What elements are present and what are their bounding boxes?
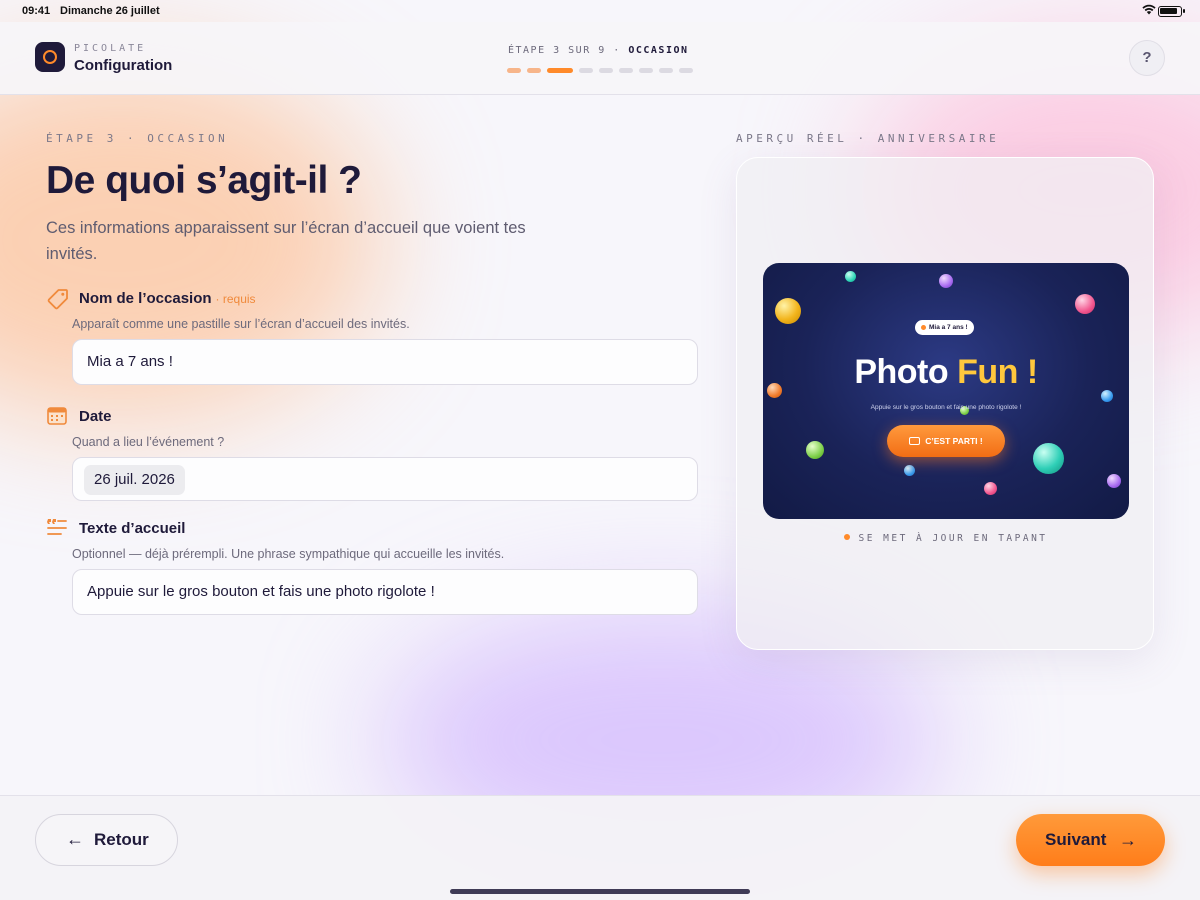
welcome-help: Optionnel — déjà prérempli. Une phrase s…: [72, 547, 505, 561]
progress-dot: [579, 68, 593, 73]
preview-start-label: C’EST PARTI !: [925, 436, 983, 446]
bubble: [904, 465, 915, 476]
bubble: [775, 298, 801, 324]
step-eyebrow: ÉTAPE 3 · OCCASION: [46, 132, 229, 145]
preview-occasion-pill: Mia a 7 ans !: [915, 320, 974, 335]
bubble: [1075, 294, 1095, 314]
bubble: [806, 441, 824, 459]
bubble: [1107, 474, 1121, 488]
preview-card: Mia a 7 ans ! Photo Fun ! Appuie sur le …: [736, 157, 1154, 650]
progress-dot: [679, 68, 693, 73]
bubble: [1033, 443, 1064, 474]
date-field: Date Quand a lieu l’événement ? 26 juil.…: [46, 405, 698, 505]
next-label: Suivant: [1045, 830, 1107, 849]
date-label: Date: [79, 408, 112, 425]
arrow-right-icon: →: [1119, 830, 1137, 850]
status-bar: 09:41 Dimanche 26 juillet: [0, 0, 1200, 22]
bubble: [939, 274, 953, 288]
occasion-field: Nom de l’occasion · requis Apparaît comme…: [46, 287, 698, 387]
wifi-icon: [1142, 4, 1156, 18]
battery-icon: [1158, 6, 1185, 17]
next-button[interactable]: Suivant →: [1016, 814, 1165, 866]
brand-name: PICOLATE: [74, 43, 147, 54]
date-value-chip[interactable]: 26 juil. 2026: [84, 465, 185, 495]
main-content: ÉTAPE 3 · OCCASION De quoi s’agit-il ? C…: [0, 95, 1200, 795]
progress-dot: [527, 68, 541, 73]
step-counter: ÉTAPE 3 SUR 9 ·: [508, 45, 621, 56]
page-title: De quoi s’agit-il ?: [46, 159, 362, 202]
page-subtitle: Ces informations apparaissent sur l’écra…: [46, 219, 526, 263]
live-dot-icon: [844, 534, 851, 540]
occasion-label-text: Nom de l’occasion: [79, 290, 212, 307]
top-bar: PICOLATE Configuration ÉTAPE 3 SUR 9 · O…: [0, 22, 1200, 95]
progress-dot: [507, 68, 521, 73]
bottom-bar: ← Retour Suivant →: [0, 795, 1200, 900]
date-input-box[interactable]: 26 juil. 2026: [72, 457, 698, 501]
step-indicator: ÉTAPE 3 SUR 9 · OCCASION: [508, 45, 689, 56]
bubble: [984, 482, 997, 495]
arrow-left-icon: ←: [66, 829, 84, 849]
preview-eyebrow: APERÇU RÉEL · ANNIVERSAIRE: [736, 132, 1000, 145]
progress-dot-current: [547, 68, 573, 73]
preview-screen: Mia a 7 ans ! Photo Fun ! Appuie sur le …: [763, 263, 1129, 519]
occasion-input[interactable]: [87, 340, 677, 383]
welcome-input-box[interactable]: [72, 569, 698, 615]
step-name: OCCASION: [628, 45, 689, 56]
occasion-help: Apparaît comme une pastille sur l’écran …: [72, 317, 410, 331]
occasion-label: Nom de l’occasion · requis: [79, 290, 256, 307]
preview-title-accent: Fun !: [957, 353, 1038, 391]
occasion-input-box[interactable]: [72, 339, 698, 385]
date-help: Quand a lieu l’événement ?: [72, 435, 225, 449]
live-update-text: SE MET À JOUR EN TAPANT: [858, 533, 1048, 544]
help-button[interactable]: ?: [1129, 40, 1165, 76]
status-date: Dimanche 26 juillet: [60, 5, 160, 17]
home-indicator[interactable]: [450, 889, 750, 894]
quote-icon: [46, 517, 68, 539]
bubble: [845, 271, 856, 282]
progress-dots: [507, 68, 693, 73]
calendar-icon: [46, 405, 68, 427]
welcome-label: Texte d’accueil: [79, 520, 186, 537]
welcome-field: Texte d’accueil Optionnel — déjà préremp…: [46, 517, 698, 617]
app-title: Configuration: [74, 57, 173, 74]
status-time: 09:41: [22, 5, 51, 17]
welcome-input[interactable]: [87, 570, 677, 613]
preview-subtitle: Appuie sur le gros bouton et fais une ph…: [870, 404, 1022, 411]
preview-start-button: C’EST PARTI !: [887, 425, 1005, 457]
back-label: Retour: [94, 830, 149, 849]
camera-icon: [909, 437, 921, 445]
live-update-note: SE MET À JOUR EN TAPANT: [737, 533, 1155, 544]
progress-dot: [599, 68, 613, 73]
tag-icon: [46, 287, 68, 310]
required-marker: · requis: [215, 292, 256, 306]
back-button[interactable]: ← Retour: [35, 814, 178, 866]
progress-dot: [639, 68, 653, 73]
preview-title: Photo Fun !: [763, 353, 1129, 392]
progress-dot: [659, 68, 673, 73]
progress-dot: [619, 68, 633, 73]
app-logo: [35, 42, 65, 72]
preview-title-main: Photo: [854, 353, 949, 391]
